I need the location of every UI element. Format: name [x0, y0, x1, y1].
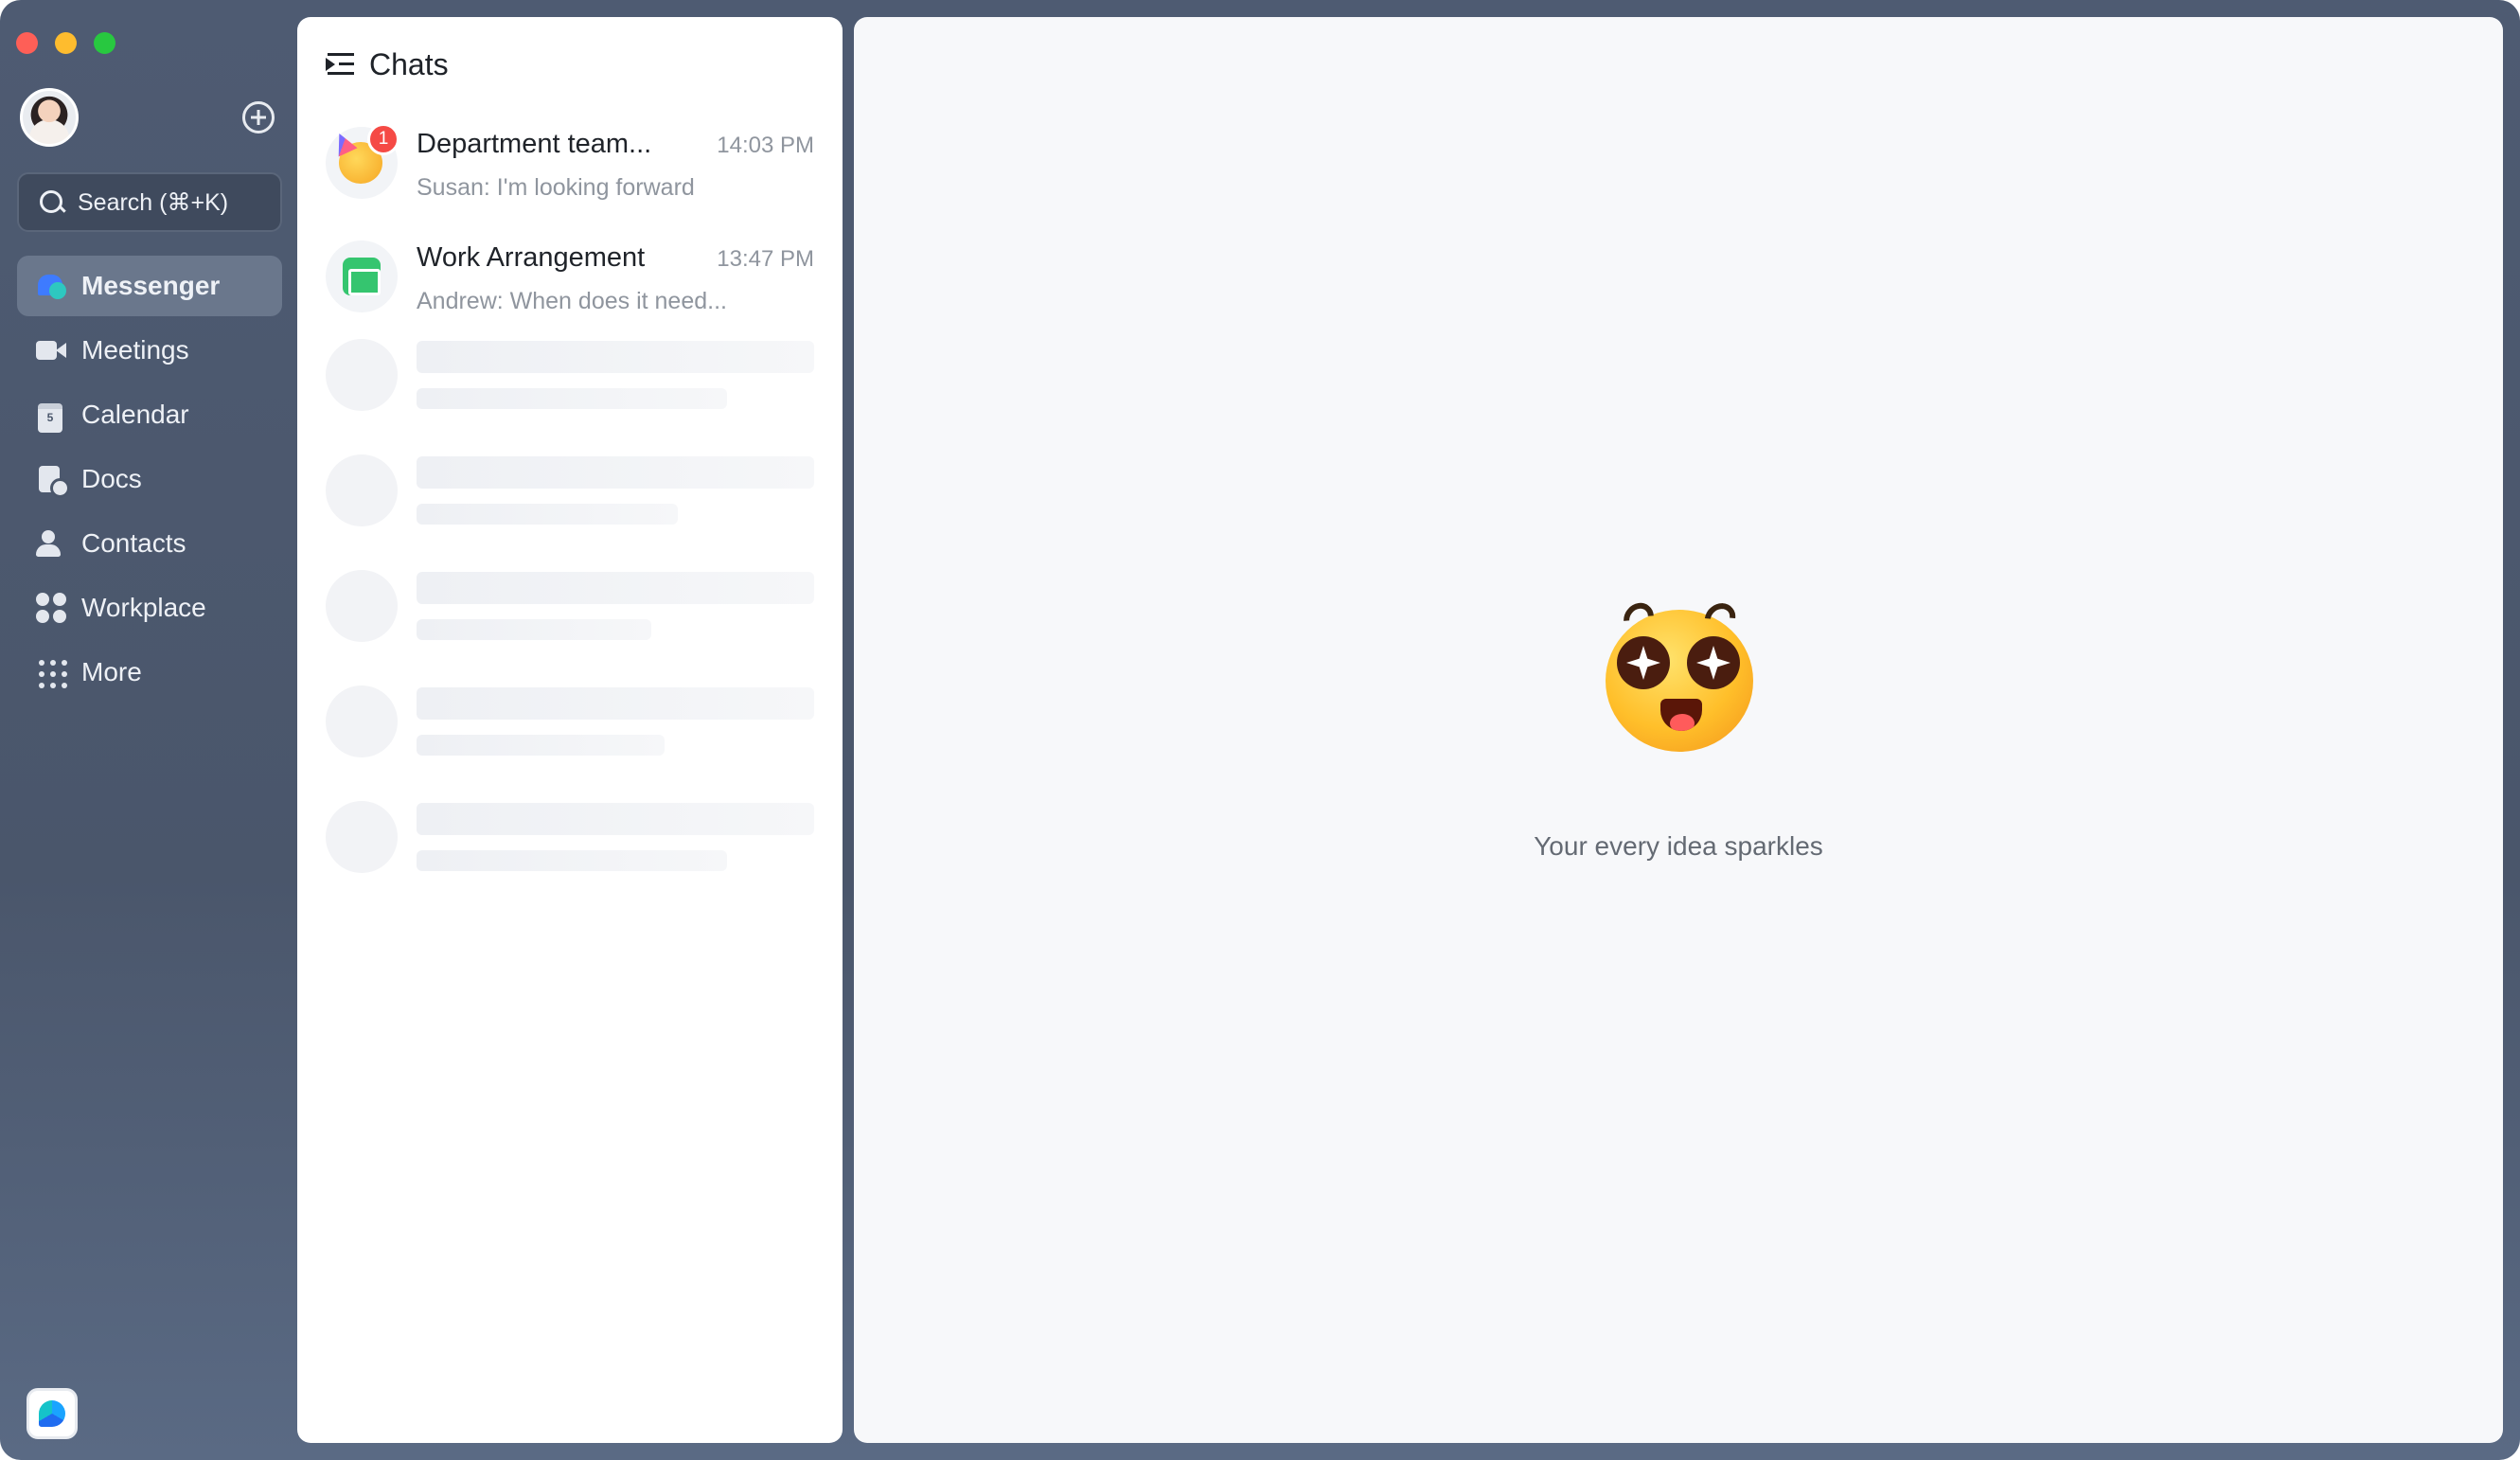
chat-time: 13:47 PM [717, 246, 814, 272]
chat-list-toggle-icon[interactable] [326, 52, 354, 77]
skeleton-line [417, 687, 814, 720]
unread-badge: 1 [367, 123, 399, 155]
loading-skeleton-row [297, 454, 843, 570]
loading-skeleton-row [297, 801, 843, 917]
skeleton-avatar [326, 339, 398, 411]
app-logo-icon[interactable] [27, 1388, 78, 1439]
empty-state-tagline: Your every idea sparkles [1534, 831, 1823, 861]
sidebar-item-label: Workplace [81, 593, 206, 622]
loading-skeleton-row [297, 685, 843, 801]
contacts-icon [36, 528, 66, 559]
calendar-app-icon [343, 258, 381, 295]
chat-item-work-arrangement[interactable]: Work Arrangement 13:47 PM Andrew: When d… [297, 225, 843, 339]
sidebar-item-workplace[interactable]: Workplace [17, 578, 282, 638]
more-dots-icon [36, 657, 67, 688]
skeleton-avatar [326, 570, 398, 642]
skeleton-line [417, 735, 665, 756]
loading-skeleton-row [297, 570, 843, 685]
sidebar-item-messenger[interactable]: Messenger [17, 256, 282, 316]
calendar-icon [36, 400, 66, 433]
sidebar: Search (⌘+K) Messenger Meetings Calendar… [0, 0, 297, 1460]
sidebar-item-label: Meetings [81, 335, 189, 365]
skeleton-line [417, 572, 814, 604]
search-button[interactable]: Search (⌘+K) [17, 172, 282, 232]
chat-preview: Andrew: When does it need... [417, 288, 727, 314]
sidebar-item-more[interactable]: More [17, 642, 282, 703]
chats-header: Chats [297, 17, 843, 112]
user-avatar[interactable] [20, 88, 79, 147]
search-label: Search (⌘+K) [78, 188, 229, 216]
chats-panel: Chats 1 Department team... 14:03 PM Susa… [297, 17, 843, 1443]
sidebar-item-meetings[interactable]: Meetings [17, 320, 282, 381]
sidebar-item-label: Docs [81, 464, 142, 493]
add-plus-icon[interactable] [242, 101, 275, 134]
sidebar-nav: Messenger Meetings Calendar Docs Contact… [17, 256, 282, 706]
docs-icon [36, 464, 70, 498]
main-empty-state: Your every idea sparkles [854, 17, 2503, 1443]
skeleton-line [417, 850, 727, 871]
app-window: Search (⌘+K) Messenger Meetings Calendar… [0, 0, 2520, 1460]
sparkle-eyes-emoji-icon [1606, 596, 1753, 752]
chat-name: Work Arrangement [417, 242, 646, 273]
sidebar-item-label: Contacts [81, 528, 186, 558]
skeleton-line [417, 341, 814, 373]
sidebar-item-label: Calendar [81, 400, 189, 429]
skeleton-avatar [326, 685, 398, 757]
skeleton-line [417, 803, 814, 835]
chat-preview: Susan: I'm looking forward [417, 174, 695, 201]
search-icon [40, 189, 64, 215]
skeleton-line [417, 456, 814, 489]
sidebar-item-contacts[interactable]: Contacts [17, 513, 282, 574]
chat-time: 14:03 PM [717, 133, 814, 158]
chat-item-department-team[interactable]: 1 Department team... 14:03 PM Susan: I'm… [297, 112, 843, 225]
sidebar-item-docs[interactable]: Docs [17, 449, 282, 509]
skeleton-avatar [326, 801, 398, 873]
workplace-grid-icon [36, 593, 66, 623]
chats-title: Chats [369, 46, 449, 81]
chat-avatar [326, 240, 398, 312]
skeleton-avatar [326, 454, 398, 526]
video-camera-icon [36, 335, 66, 365]
sidebar-item-calendar[interactable]: Calendar [17, 384, 282, 445]
skeleton-line [417, 388, 727, 409]
chat-name: Department team... [417, 129, 652, 159]
loading-skeleton-row [297, 339, 843, 454]
skeleton-line [417, 619, 651, 640]
skeleton-line [417, 504, 678, 525]
messenger-icon [36, 271, 66, 301]
sidebar-item-label: More [81, 657, 142, 686]
sidebar-item-label: Messenger [81, 271, 221, 300]
